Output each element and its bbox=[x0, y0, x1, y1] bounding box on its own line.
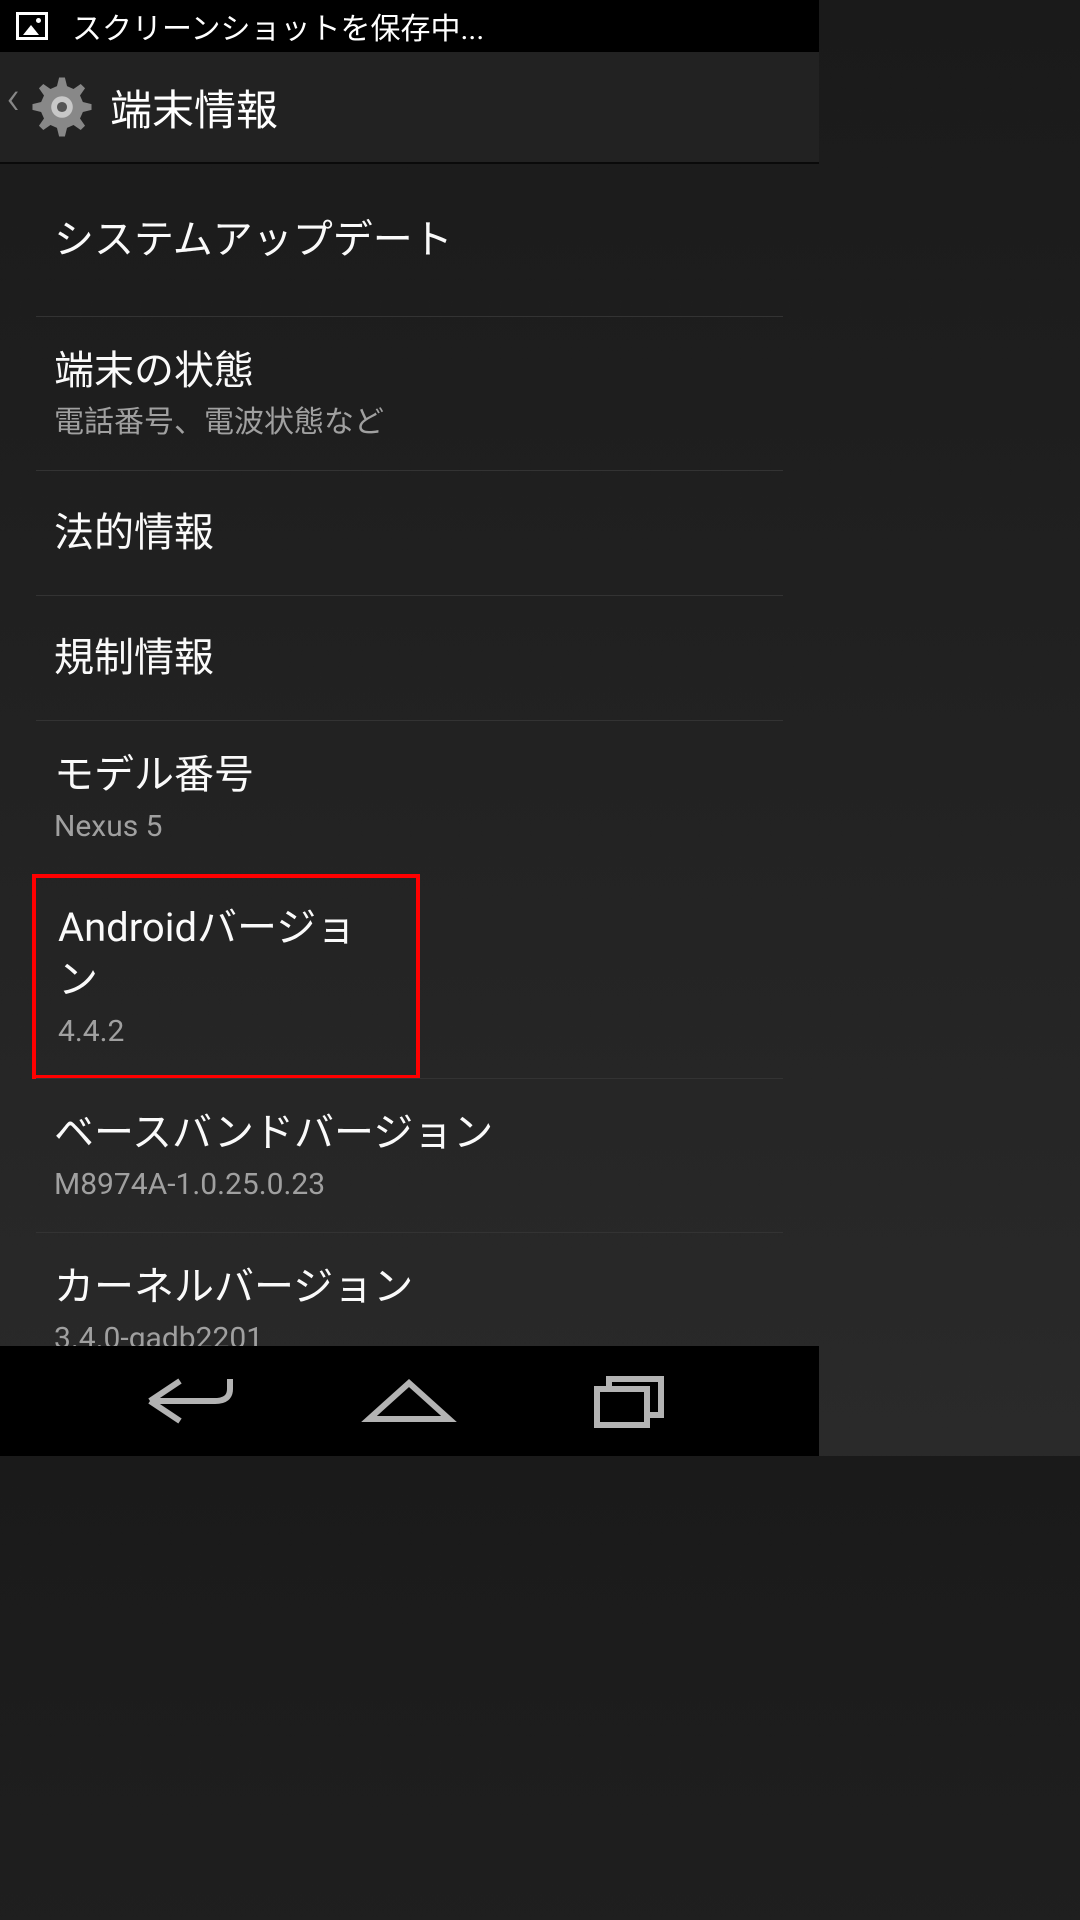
item-title: 端末の状態 bbox=[54, 345, 765, 397]
back-chevron-icon bbox=[8, 87, 26, 127]
item-title: 規制情報 bbox=[54, 632, 765, 684]
item-subtitle: Nexus 5 bbox=[54, 807, 765, 846]
recent-apps-icon bbox=[579, 1371, 679, 1431]
back-icon bbox=[140, 1371, 240, 1431]
list-item-device-status[interactable]: 端末の状態 電話番号、電波状態など bbox=[36, 317, 783, 471]
nav-back-button[interactable] bbox=[140, 1371, 240, 1431]
item-subtitle: 電話番号、電波状態など bbox=[54, 403, 765, 442]
item-title: Androidバージョン bbox=[58, 904, 356, 1003]
list-item-legal-info[interactable]: 法的情報 bbox=[36, 471, 783, 596]
item-subtitle: 4.4.2 bbox=[58, 1012, 394, 1051]
nav-home-button[interactable] bbox=[359, 1371, 459, 1431]
list-item-system-update[interactable]: システムアップデート bbox=[36, 164, 783, 317]
status-bar[interactable]: スクリーンショットを保存中... bbox=[0, 0, 819, 52]
image-icon bbox=[16, 12, 48, 40]
settings-icon bbox=[26, 71, 98, 143]
list-item-model-number[interactable]: モデル番号 Nexus 5 bbox=[36, 721, 783, 874]
item-title: カーネルバージョン bbox=[54, 1261, 765, 1313]
nav-recent-button[interactable] bbox=[579, 1371, 679, 1431]
home-icon bbox=[359, 1371, 459, 1431]
list-item-baseband-version[interactable]: ベースバンドバージョン M8974A-1.0.25.0.23 bbox=[36, 1078, 783, 1233]
item-title: ベースバンドバージョン bbox=[54, 1107, 765, 1159]
status-notification-text: スクリーンショットを保存中... bbox=[72, 4, 484, 48]
page-title: 端末情報 bbox=[110, 77, 278, 138]
list-item-regulatory-info[interactable]: 規制情報 bbox=[36, 596, 783, 721]
item-title: システムアップデート bbox=[54, 214, 765, 266]
list-item-android-version[interactable]: Androidバージョン 4.4.2 bbox=[32, 874, 420, 1079]
item-title: モデル番号 bbox=[54, 749, 765, 801]
item-title: 法的情報 bbox=[54, 507, 765, 559]
settings-list[interactable]: システムアップデート 端末の状態 電話番号、電波状態など 法的情報 規制情報 モ… bbox=[0, 164, 819, 1397]
item-subtitle: M8974A-1.0.25.0.23 bbox=[54, 1165, 765, 1204]
navigation-bar bbox=[0, 1346, 819, 1456]
action-bar[interactable]: 端末情報 bbox=[0, 52, 819, 164]
